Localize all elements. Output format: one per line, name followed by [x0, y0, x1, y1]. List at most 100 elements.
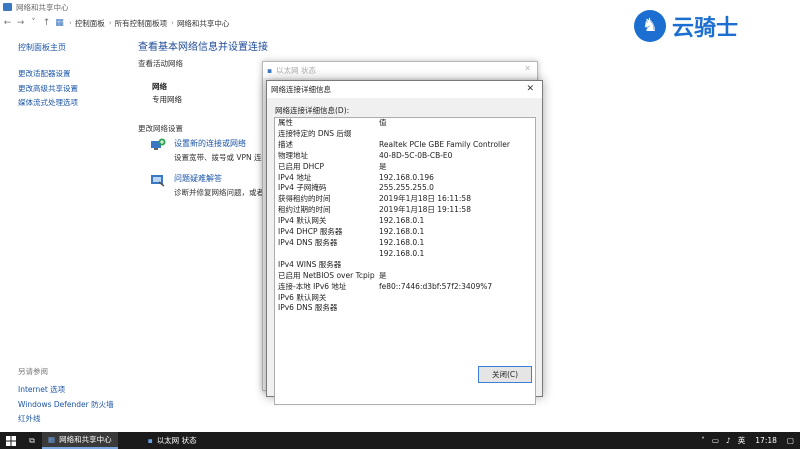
details-row[interactable]: 192.168.0.1	[275, 249, 535, 260]
details-row[interactable]: 租约过期的时间 2019年1月18日 19:11:58	[275, 205, 535, 216]
ethernet-icon: ▪	[267, 65, 273, 75]
details-row[interactable]: IPv6 默认网关	[275, 293, 535, 304]
details-row[interactable]: IPv4 默认网关 192.168.0.1	[275, 216, 535, 227]
details-row[interactable]: IPv4 WINS 服务器	[275, 260, 535, 271]
breadcrumb-separator: ›	[69, 19, 72, 27]
control-panel-home-link[interactable]: 控制面板主页	[18, 42, 128, 53]
breadcrumb-network-center[interactable]: 网络和共享中心	[177, 18, 230, 29]
taskbar-item-label: 以太网 状态	[156, 436, 197, 445]
details-list[interactable]: 属性 值 连接特定的 DNS 后缀 描述 Realtek PCIe GBE Fami…	[274, 117, 536, 405]
watermark-text: 云骑士	[672, 16, 739, 41]
task-troubleshoot[interactable]: 问题疑难解答 诊断并修复网络问题，或者	[150, 173, 264, 198]
details-value: 40-8D-5C-0B-CB-E0	[379, 150, 453, 160]
infrared-link[interactable]: 红外线	[18, 412, 114, 427]
taskbar-item-network-center[interactable]: ▦ 网络和共享中心	[42, 432, 118, 449]
breadcrumb-all-items[interactable]: 所有控制面板项	[115, 18, 168, 29]
troubleshoot-desc: 诊断并修复网络问题，或者	[174, 188, 264, 197]
details-value: 255.255.255.0	[379, 183, 434, 193]
notification-icon[interactable]: ▢	[787, 436, 794, 445]
clock[interactable]: 17:18	[755, 436, 777, 445]
details-property: IPv6 DNS 服务器	[278, 303, 338, 313]
details-row[interactable]: 获得租约的时间 2019年1月18日 16:11:58	[275, 194, 535, 205]
ime-indicator[interactable]: 英	[738, 435, 746, 446]
change-settings-label: 更改网络设置	[138, 124, 183, 133]
details-value: 192.168.0.1	[379, 248, 425, 258]
details-value: 192.168.0.1	[379, 227, 425, 237]
start-button[interactable]	[0, 432, 22, 449]
setup-connection-link[interactable]: 设置新的连接或网络	[174, 138, 269, 149]
change-advanced-sharing-link[interactable]: 更改高级共享设置	[18, 82, 128, 97]
control-panel-icon: ▦	[55, 18, 64, 28]
details-property: 物理地址	[278, 150, 308, 160]
taskbar-item-ethernet-status[interactable]: ▪ 以太网 状态	[142, 432, 203, 449]
details-property: 租约过期的时间	[278, 205, 331, 215]
breadcrumb-control-panel[interactable]: 控制面板	[75, 18, 105, 29]
dialog-title-bar: 网络连接详细信息	[267, 81, 542, 98]
details-property: IPv4 WINS 服务器	[278, 259, 342, 269]
details-row[interactable]: IPv4 DHCP 服务器 192.168.0.1	[275, 227, 535, 238]
dialog-title-bar: ▪ 以太网 状态	[263, 62, 537, 78]
status-dialog-title: 以太网 状态	[276, 65, 316, 75]
chevron-down-icon[interactable]: ˅	[28, 17, 39, 29]
taskbar: ⧉ ▦ 网络和共享中心 ▪ 以太网 状态 ˄ ▭ ♪ 英 17:18 ▢	[0, 432, 800, 449]
details-value: fe80::7446:d3bf:57f2:3409%7	[379, 281, 493, 291]
details-list-label: 网络连接详细信息(D):	[275, 106, 350, 115]
forward-icon[interactable]: →	[15, 17, 26, 29]
details-property	[275, 249, 379, 260]
details-row[interactable]: 连接-本地 IPv6 地址 fe80::7446:d3bf:57f2:3409%7	[275, 282, 535, 293]
details-property: IPv4 DNS 服务器	[278, 237, 338, 247]
new-connection-icon	[151, 138, 166, 150]
details-property: 获得租约的时间	[278, 194, 331, 204]
close-icon[interactable]: ✕	[524, 64, 531, 73]
details-row[interactable]: 已启用 NetBIOS over Tcpip 是	[275, 271, 535, 282]
troubleshoot-link[interactable]: 问题疑难解答	[174, 173, 264, 184]
volume-icon[interactable]: ♪	[726, 436, 731, 445]
details-value	[379, 129, 535, 140]
details-value	[379, 303, 535, 314]
defender-firewall-link[interactable]: Windows Defender 防火墙	[18, 398, 114, 413]
details-row[interactable]: IPv4 地址 192.168.0.196	[275, 173, 535, 184]
breadcrumb-separator: ›	[108, 19, 112, 27]
details-dialog-title: 网络连接详细信息	[271, 85, 331, 94]
details-property: IPv4 地址	[278, 172, 312, 182]
details-row[interactable]: 已启用 DHCP 是	[275, 162, 535, 173]
change-adapter-settings-link[interactable]: 更改适配器设置	[18, 67, 128, 82]
details-property: IPv6 默认网关	[278, 292, 327, 302]
internet-options-link[interactable]: Internet 选项	[18, 383, 114, 398]
task-view-icon[interactable]: ⧉	[22, 432, 42, 449]
details-row[interactable]: 描述 Realtek PCIe GBE Family Controller	[275, 140, 535, 151]
close-icon[interactable]: ✕	[526, 84, 534, 94]
up-icon[interactable]: ↑	[41, 17, 52, 29]
details-row[interactable]: 物理地址 40-8D-5C-0B-CB-E0	[275, 151, 535, 162]
knight-logo-icon: ♞	[634, 10, 666, 42]
details-property: IPv4 DHCP 服务器	[278, 227, 343, 237]
details-value	[379, 260, 535, 271]
chevron-up-icon[interactable]: ˄	[701, 436, 705, 445]
window-title: 网络和共享中心	[16, 2, 69, 12]
breadcrumb-separator: ›	[171, 19, 174, 27]
header-property[interactable]: 属性	[275, 118, 379, 129]
back-icon[interactable]: ←	[2, 17, 13, 29]
main-content: 查看基本网络信息并设置连接 查看活动网络 网络 专用网络 更改网络设置 设置新的…	[138, 38, 678, 197]
details-property: 已启用 NetBIOS over Tcpip	[278, 270, 375, 280]
troubleshoot-icon	[151, 175, 165, 187]
details-property: IPv4 子网掩码	[278, 183, 327, 193]
details-header-row: 属性 值	[275, 118, 535, 129]
task-setup-connection[interactable]: 设置新的连接或网络 设置宽带、拨号或 VPN 连接	[150, 138, 269, 163]
see-also-section: 另请参阅 Internet 选项 Windows Defender 防火墙 红外…	[18, 366, 114, 427]
network-app-icon: ▦	[48, 435, 56, 444]
details-row[interactable]: IPv6 DNS 服务器	[275, 303, 535, 314]
page-title: 查看基本网络信息并设置连接	[138, 42, 268, 53]
windows-logo-icon	[6, 435, 16, 446]
close-button[interactable]: 关闭(C)	[478, 366, 532, 383]
network-icon[interactable]: ▭	[712, 436, 719, 445]
media-streaming-link[interactable]: 媒体流式处理选项	[18, 96, 128, 111]
details-row[interactable]: 连接特定的 DNS 后缀	[275, 129, 535, 140]
details-value: 是	[379, 161, 387, 171]
system-tray: ˄ ▭ ♪ 英 17:18 ▢	[694, 435, 800, 446]
details-row[interactable]: IPv4 DNS 服务器 192.168.0.1	[275, 238, 535, 249]
details-value: 192.168.0.196	[379, 172, 434, 182]
details-value	[379, 293, 535, 304]
header-value[interactable]: 值	[379, 118, 535, 129]
details-row[interactable]: IPv4 子网掩码 255.255.255.0	[275, 183, 535, 194]
